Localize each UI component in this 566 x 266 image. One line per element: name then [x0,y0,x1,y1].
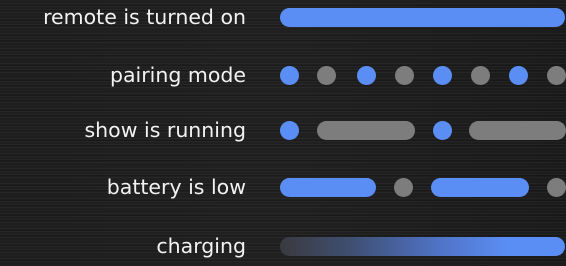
led-dot-on [280,121,299,140]
led-status-legend: remote is turned on pairing mode show is… [0,0,566,264]
led-gradient-bar [280,237,565,256]
led-pattern-solid-on [278,0,566,37]
led-solid-bar [280,8,565,27]
legend-row-pairing-mode: pairing mode [0,55,566,95]
led-pill-off [469,121,566,140]
led-dot-on [509,66,528,85]
led-pill-on [280,178,376,197]
led-pill-on [431,178,529,197]
led-dot-on [433,66,452,85]
row-label: pairing mode [109,63,246,87]
row-label: battery is low [106,175,246,199]
led-pattern-fade-in [278,226,566,266]
led-pattern-alternating-dots [278,55,566,95]
row-label: charging [156,234,246,258]
led-dot-off [547,66,566,85]
legend-row-show-running: show is running [0,110,566,150]
led-dot-off [395,66,414,85]
led-pill-off [317,121,415,140]
led-dot-off [547,178,566,197]
led-dot-on [433,121,452,140]
legend-row-battery-low: battery is low [0,167,566,207]
led-dot-on [357,66,376,85]
legend-row-charging: charging [0,226,566,266]
led-pattern-dot-long-off [278,110,566,150]
led-dot-off [471,66,490,85]
led-dot-off [394,178,413,197]
row-label: show is running [84,118,247,142]
led-dot-on [280,66,299,85]
row-label: remote is turned on [43,5,246,29]
led-dot-off [317,66,336,85]
led-pattern-long-on-dot-off [278,167,566,207]
legend-row-remote-on: remote is turned on [0,0,566,37]
